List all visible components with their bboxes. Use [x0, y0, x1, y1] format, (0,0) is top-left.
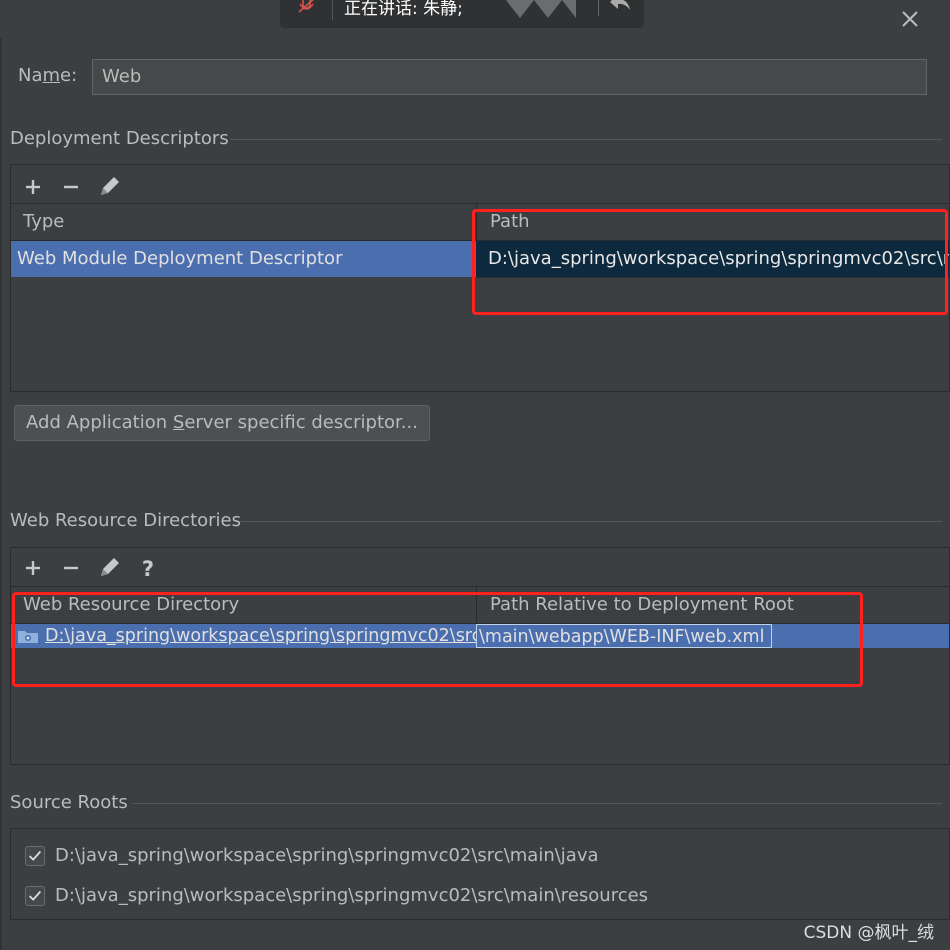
list-item[interactable]: D:\java_spring\workspace\spring\springmv…: [25, 885, 925, 909]
help-icon[interactable]: ?: [135, 555, 161, 581]
source-roots-panel: D:\java_spring\workspace\spring\springmv…: [10, 828, 950, 920]
share-icon[interactable]: [606, 0, 634, 14]
descriptor-type-cell[interactable]: Web Module Deployment Descriptor: [11, 241, 476, 277]
close-icon[interactable]: [898, 7, 922, 31]
add-icon[interactable]: [20, 555, 46, 581]
add-server-descriptor-button[interactable]: Add Application Server specific descript…: [14, 405, 430, 441]
remove-icon[interactable]: [58, 555, 84, 581]
remove-icon[interactable]: [58, 174, 84, 200]
list-item[interactable]: D:\java_spring\workspace\spring\springmv…: [25, 845, 925, 869]
add-icon[interactable]: [20, 174, 46, 200]
meeting-separator: [332, 0, 333, 20]
checkbox-checked-icon[interactable]: [25, 846, 45, 866]
edit-icon[interactable]: [97, 173, 123, 199]
mic-muted-icon[interactable]: [294, 0, 320, 14]
highlight-box: [472, 209, 948, 315]
source-root-path: D:\java_spring\workspace\spring\springmv…: [55, 885, 649, 906]
meeting-speaking-text: 正在讲话: 朱静;: [344, 0, 463, 19]
web-resources-section-title: Web Resource Directories: [10, 510, 241, 531]
meeting-separator: [598, 0, 599, 16]
source-root-path: D:\java_spring\workspace\spring\springmv…: [55, 845, 599, 866]
left-edge: [0, 38, 2, 950]
blurred-avatar-icon: [506, 0, 576, 18]
section-divider: [132, 803, 942, 804]
highlight-box: [12, 592, 863, 687]
name-field[interactable]: Web: [92, 59, 927, 95]
meeting-toolbar: 正在讲话: 朱静;: [280, 0, 644, 28]
section-divider: [240, 521, 942, 522]
source-roots-section-title: Source Roots: [10, 792, 128, 813]
svg-text:?: ?: [142, 557, 154, 581]
deployment-section-title: Deployment Descriptors: [10, 128, 229, 149]
section-divider: [230, 139, 942, 140]
watermark: CSDN @枫叶_绒: [803, 923, 934, 943]
name-label: Name:: [18, 65, 78, 86]
column-header-type[interactable]: Type: [11, 204, 64, 240]
edit-icon[interactable]: [97, 554, 123, 580]
checkbox-checked-icon[interactable]: [25, 886, 45, 906]
